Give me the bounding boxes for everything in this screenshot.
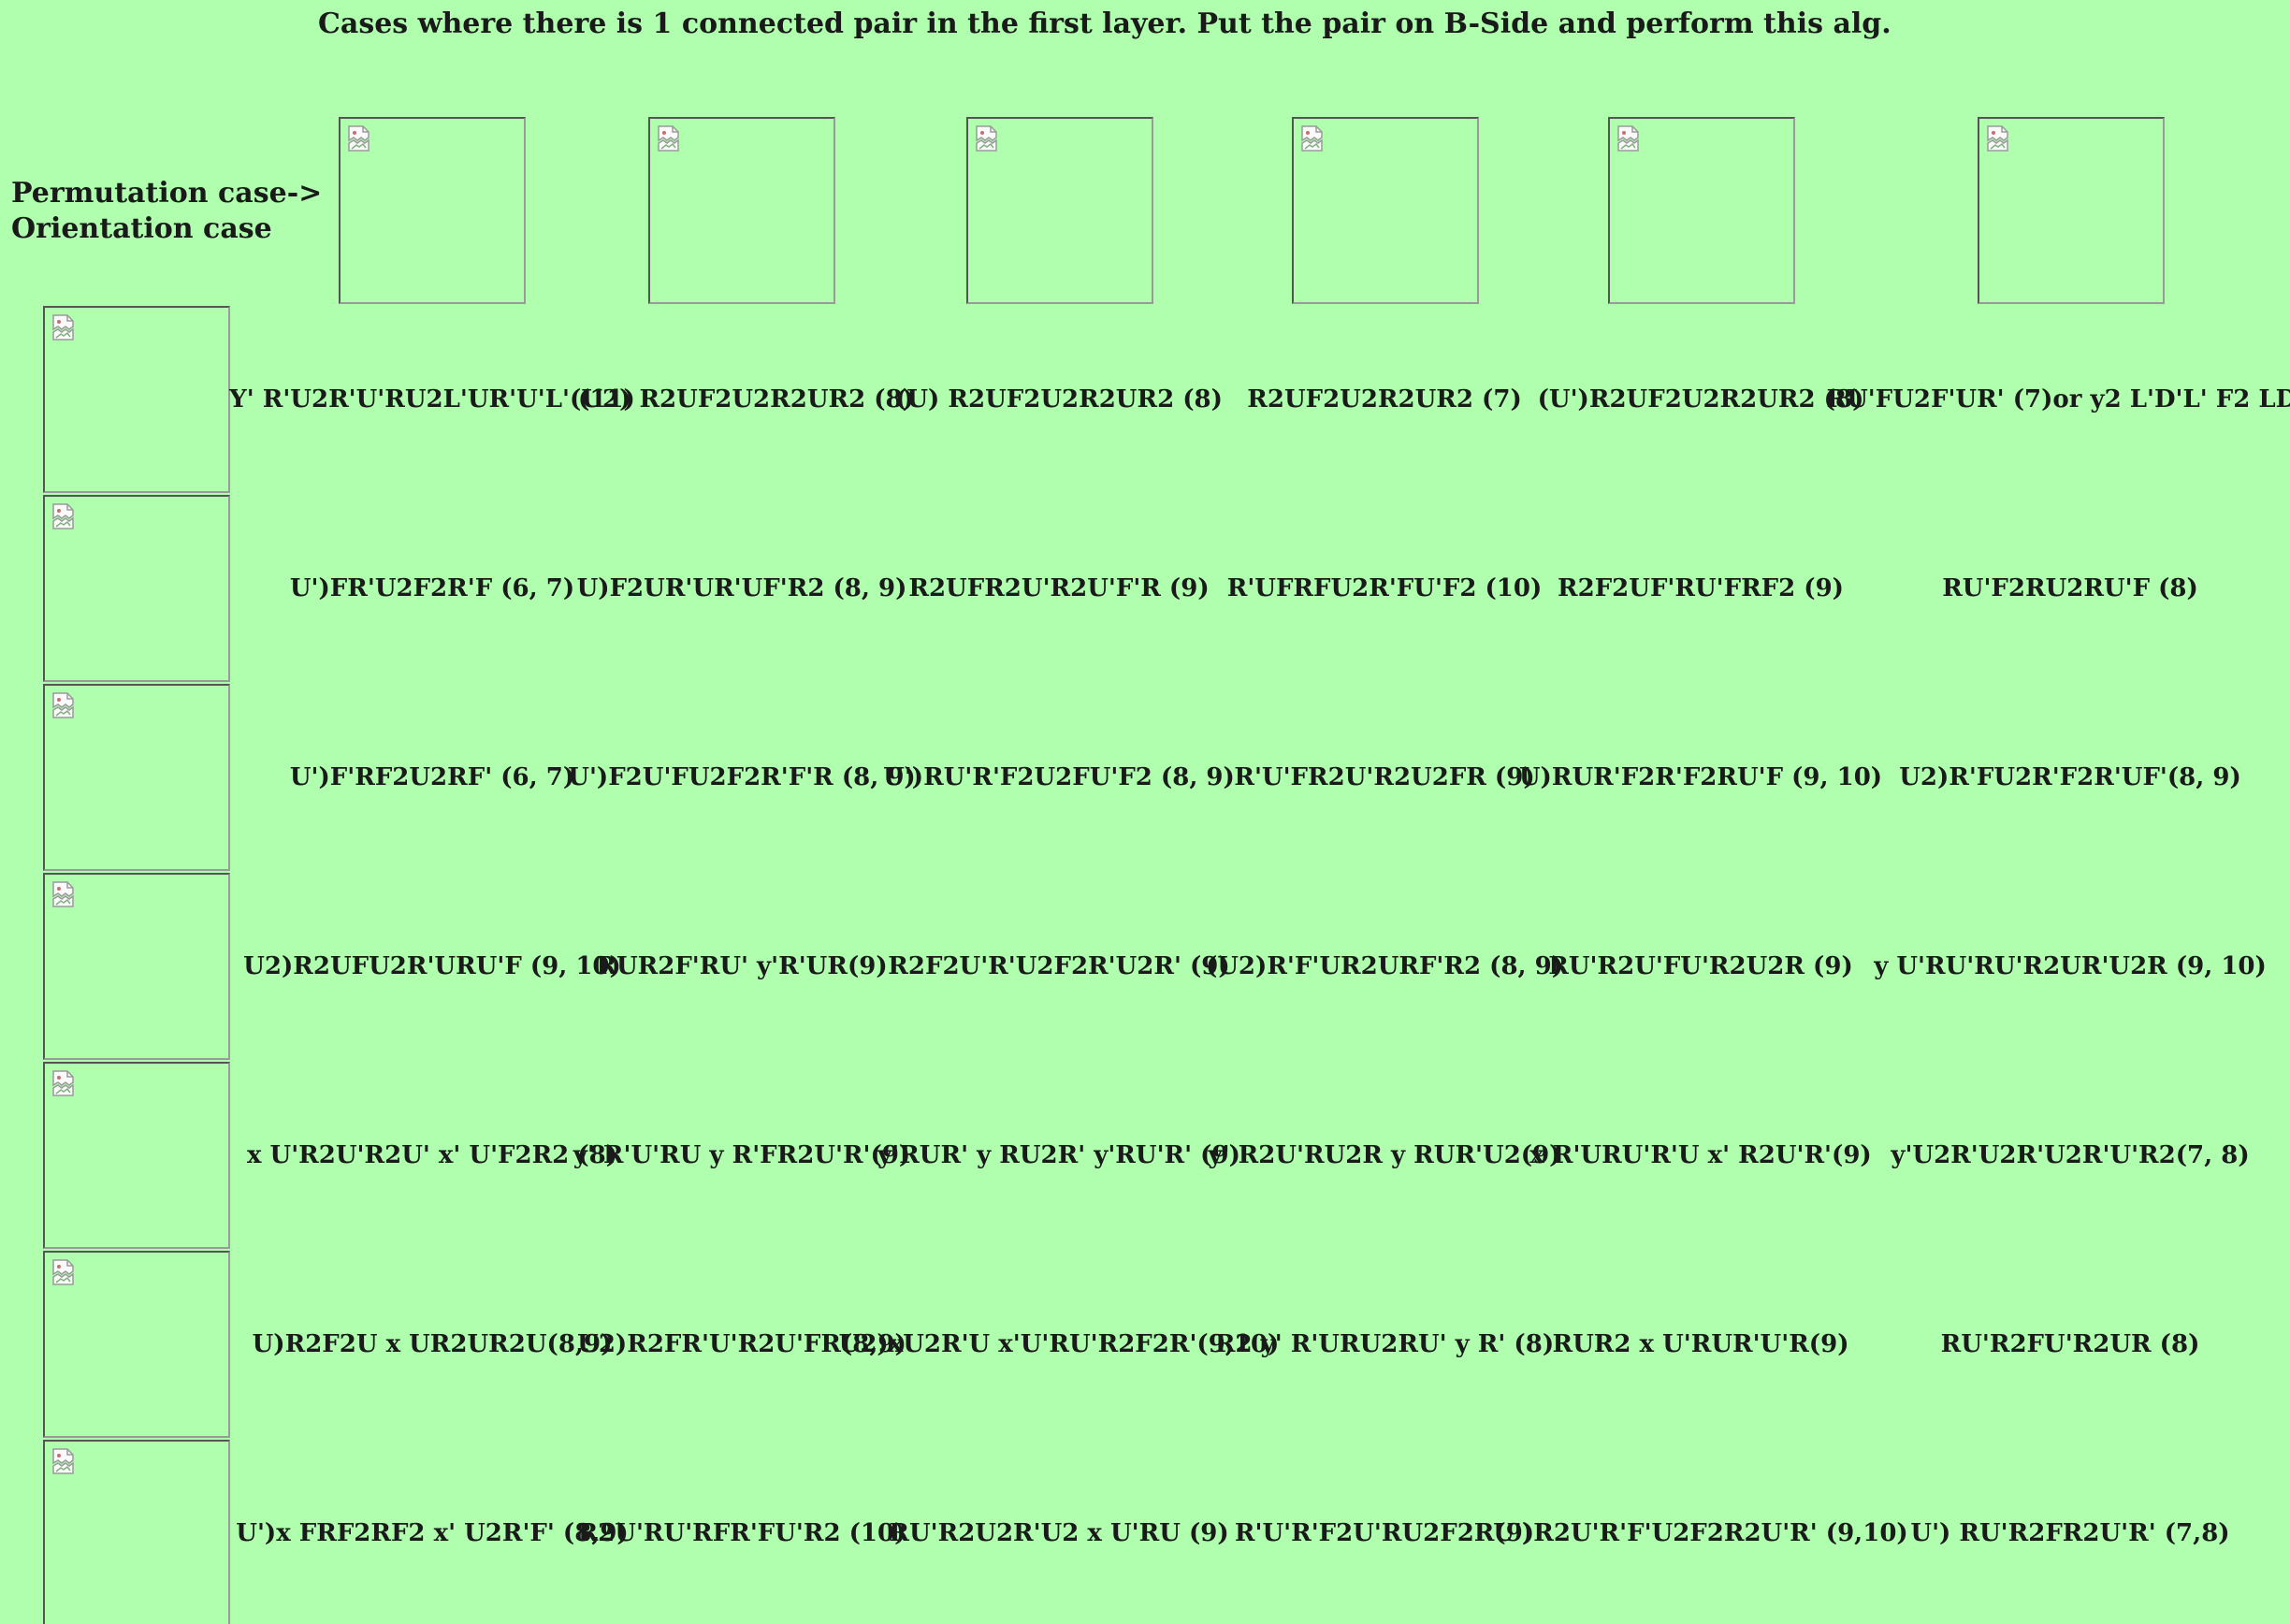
broken-image-icon [1987, 125, 2008, 152]
algorithm-cell: R'UFRFU2R'FU'F2 (10) [1226, 574, 1543, 602]
permutation-case-label: Permutation case-> [11, 177, 323, 210]
algorithm-cell: U')RU'R'F2U2FU'F2 (8, 9) [883, 763, 1235, 791]
broken-image-icon [976, 125, 997, 152]
algorithm-cell: y' R'U'RU y R'FR2U'R'(9) [572, 1141, 911, 1169]
broken-image-icon [658, 125, 679, 152]
algorithm-cell: RU'R2U'FU'R2U2R (9) [1548, 952, 1853, 980]
algorithm-cell: (U) R2UF2U2R2UR2 (8) [895, 385, 1223, 413]
permutation-case-image [1292, 117, 1479, 304]
page-title: Cases where there is 1 connected pair in… [318, 7, 1891, 40]
algorithm-cell: (U2)R'F'UR2URF'R2 (8, 9) [1205, 952, 1564, 980]
algorithm-cell: U')FR'U2F2R'F (6, 7) [289, 574, 575, 602]
broken-image-icon [1301, 125, 1323, 152]
algorithm-cell: RU'F2RU2RU'F (8) [1942, 574, 2198, 602]
algorithm-cell: U)RUR'F2R'F2RU'F (9, 10) [1518, 763, 1883, 791]
permutation-case-image [648, 117, 835, 304]
algorithm-cell: U2)R2UFU2R'URU'F (9, 10) [243, 952, 621, 980]
algorithm-cell: U)F2UR'UR'UF'R2 (8, 9) [576, 574, 907, 602]
algorithm-cell: R2 y' R'URU2RU' y R' (8) [1214, 1330, 1555, 1358]
algorithm-cell: R2F2U'R'U2F2R'U2R' (9) [888, 952, 1230, 980]
algorithm-cell: RU'R2FU'R2UR (8) [1940, 1330, 2200, 1358]
algorithm-cell: RU'R2U2R'U2 x U'RU (9) [889, 1519, 1229, 1547]
algorithm-cell: y' R2U'RU2R y RUR'U2(9) [1208, 1141, 1561, 1169]
algorithm-cell: R'U'R'F2U'RU2F2R(9) [1234, 1519, 1535, 1547]
broken-image-icon [52, 503, 74, 529]
algorithm-cell: y'RUR' y RU2R' y'RU'R' (9) [877, 1141, 1240, 1169]
orientation-case-image [43, 306, 230, 493]
algorithm-cell: R2U'RU'RFR'FU'R2 (10) [577, 1519, 906, 1547]
algorithm-cell: R2F2UF'RU'FRF2 (9) [1558, 574, 1844, 602]
broken-image-icon [52, 1070, 74, 1096]
algorithm-cell: R'U'FR2U'R2U2FR (9) [1234, 763, 1535, 791]
orientation-case-image [43, 684, 230, 871]
algorithm-cell: x R'URU'R'U x' R2U'R'(9) [1529, 1141, 1872, 1169]
algorithm-cell: R2UF2U2R2UR2 (7) [1247, 385, 1522, 413]
orientation-case-image [43, 1251, 230, 1438]
page: Cases where there is 1 connected pair in… [0, 0, 2290, 1624]
algorithm-cell: U)R2F2U x UR2UR2U(8,9) [252, 1330, 613, 1358]
algorithm-cell: (U2) R2UF2U2R2UR2 (8) [570, 385, 914, 413]
algorithm-cell: U2)R'FU2R'F2R'UF'(8, 9) [1899, 763, 2241, 791]
orientation-case-label: Orientation case [11, 212, 272, 245]
algorithm-cell: U')x FRF2RF2 x' U2R'F' (8,9) [236, 1519, 629, 1547]
permutation-case-image [339, 117, 526, 304]
broken-image-icon [348, 125, 370, 152]
broken-image-icon [52, 1259, 74, 1285]
algorithm-cell: RU'FU2F'UR' (7)or y2 L'D'L' F2 LDL [1826, 385, 2290, 413]
broken-image-icon [1617, 125, 1639, 152]
broken-image-icon [52, 314, 74, 341]
algorithm-cell: y U'RU'RU'R2UR'U2R (9, 10) [1874, 952, 2267, 980]
orientation-case-image [43, 1440, 230, 1624]
algorithm-cell: U')F2U'FU2F2R'F'R (8, 9) [568, 763, 916, 791]
broken-image-icon [52, 881, 74, 907]
permutation-case-image [1978, 117, 2165, 304]
algorithm-cell: RUR2 x U'RUR'U'R(9) [1552, 1330, 1849, 1358]
orientation-case-image [43, 873, 230, 1060]
permutation-case-image [1608, 117, 1795, 304]
algorithm-cell: (U')R2UF2U2R2UR2 (8) [1537, 385, 1864, 413]
permutation-case-image [966, 117, 1153, 304]
algorithm-cell: R2UFR2U'R2U'F'R (9) [908, 574, 1210, 602]
broken-image-icon [52, 1448, 74, 1474]
algorithm-cell: x U'R2U'R2U' x' U'F2R2 (8) [246, 1141, 618, 1169]
orientation-case-image [43, 1062, 230, 1249]
table-corner-label: Permutation case-> Orientation case [11, 176, 322, 247]
algorithm-cell: U2)xU2R'U x'U'RU'R2F2R'(9,10) [838, 1330, 1280, 1358]
algorithm-cell: RUR2F'RU' y'R'UR(9) [596, 952, 888, 980]
algorithm-cell: y'U2R'U2R'U2R'U'R2(7, 8) [1891, 1141, 2250, 1169]
algorithm-cell: U') RU'R2FR2U'R' (7,8) [1910, 1519, 2230, 1547]
orientation-case-image [43, 495, 230, 682]
algorithm-cell: U')F'RF2U2RF' (6, 7) [289, 763, 575, 791]
broken-image-icon [52, 692, 74, 718]
algorithm-cell: U')R2U'R'F'U2F2R2U'R' (9,10) [1493, 1519, 1908, 1547]
